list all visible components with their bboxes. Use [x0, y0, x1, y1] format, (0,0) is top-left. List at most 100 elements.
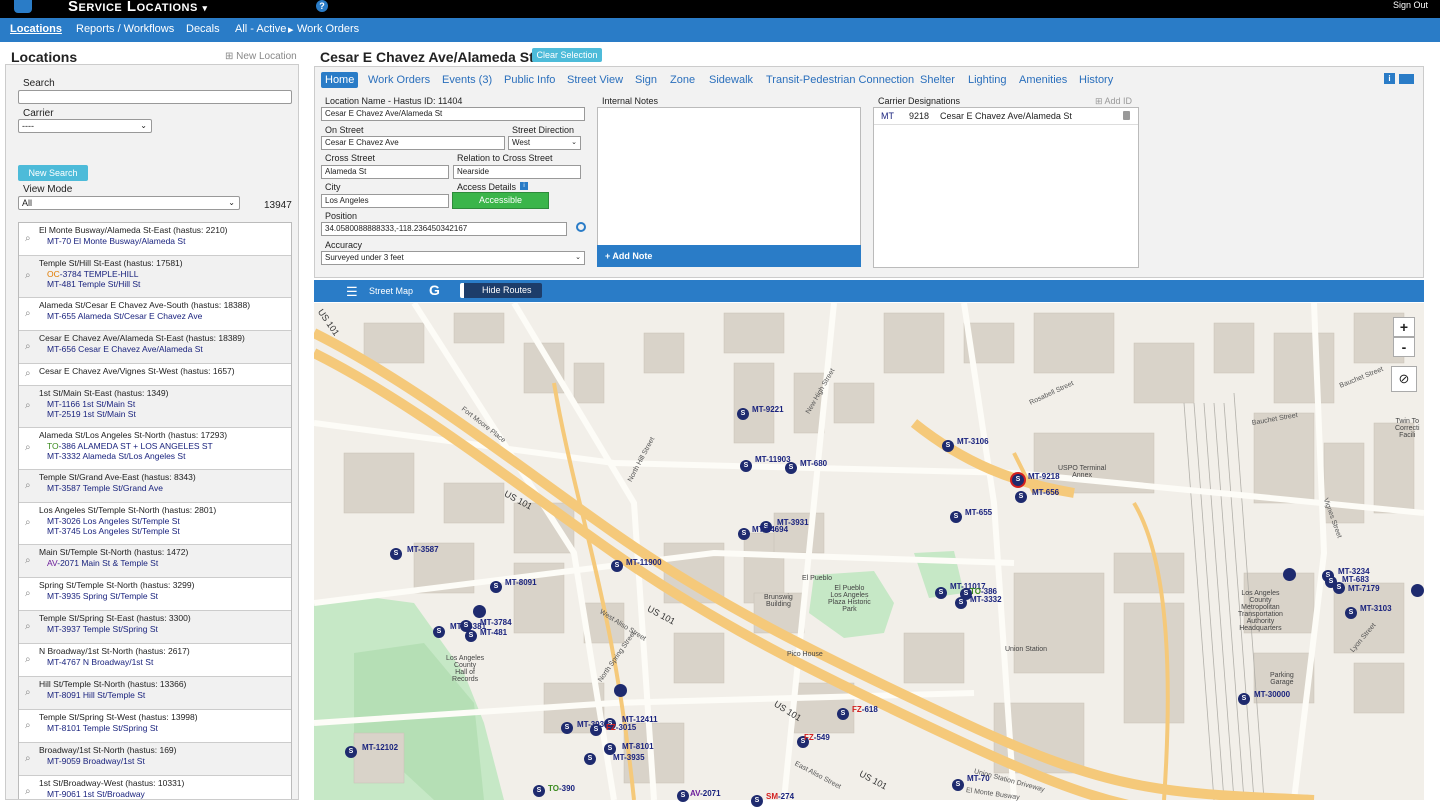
access-info-icon[interactable]: i — [520, 182, 528, 190]
stop-label[interactable]: MT-8091 — [505, 578, 537, 587]
view-mode-select[interactable]: All ⌄ — [18, 196, 240, 210]
tab-lighting[interactable]: Lighting — [964, 72, 1011, 88]
stop-marker[interactable] — [473, 605, 486, 618]
nav-work-orders[interactable]: Work Orders — [297, 23, 359, 35]
nav-reports-workflows[interactable]: Reports / Workflows — [76, 23, 174, 35]
stop-marker[interactable] — [614, 684, 627, 697]
map-view[interactable]: + - ⊘ — [314, 303, 1424, 800]
stop-marker[interactable]: S — [590, 724, 602, 736]
tab-public-info[interactable]: Public Info — [500, 72, 559, 88]
stop-marker[interactable]: S — [737, 408, 749, 420]
stop-marker[interactable] — [1283, 568, 1296, 581]
stop-label[interactable]: MT-30000 — [1254, 690, 1290, 699]
stop-label[interactable]: MT-481 — [480, 628, 507, 637]
stop-label[interactable]: MT-7179 — [1348, 584, 1380, 593]
tab-shelter[interactable]: Shelter — [916, 72, 959, 88]
accuracy-select[interactable]: Surveyed under 3 feet ⌄ — [321, 251, 585, 265]
tab-sign[interactable]: Sign — [631, 72, 661, 88]
stop-label[interactable]: MT-3935 — [613, 753, 645, 762]
accessible-toggle[interactable]: Accessible — [452, 192, 549, 209]
stop-marker[interactable]: S — [955, 597, 967, 609]
stop-marker[interactable]: S — [1333, 582, 1345, 594]
stop-marker[interactable] — [1411, 584, 1424, 597]
stop-label[interactable]: MT-3784 — [480, 618, 512, 627]
relation-input[interactable]: Nearside — [453, 165, 581, 179]
stop-marker[interactable]: S — [611, 560, 623, 572]
stop-marker[interactable]: S — [942, 440, 954, 452]
new-search-button[interactable]: New Search — [18, 165, 88, 181]
stop-label[interactable]: MT-683 — [1342, 575, 1369, 584]
stop-marker[interactable]: S — [390, 548, 402, 560]
internal-notes-area[interactable] — [597, 107, 861, 267]
location-list-item[interactable]: ⌕ Cesar E Chavez Ave/Alameda St-East (has… — [19, 331, 291, 364]
stop-label[interactable]: FZ-618 — [852, 705, 878, 714]
location-list-item[interactable]: ⌕ Broadway/1st St-North (hastus: 169) MT-9… — [19, 743, 291, 776]
location-list-item[interactable]: ⌕ Temple St/Spring St-East (hastus: 3300)… — [19, 611, 291, 644]
trash-icon[interactable] — [1123, 111, 1130, 120]
stop-marker[interactable]: S — [1015, 491, 1027, 503]
stop-marker[interactable]: S — [738, 528, 750, 540]
location-list-item[interactable]: ⌕ Temple St/Grand Ave-East (hastus: 8343)… — [19, 470, 291, 503]
tab-street-view[interactable]: Street View — [563, 72, 627, 88]
stop-label[interactable]: MT-3103 — [1360, 604, 1392, 613]
stop-marker[interactable]: S — [837, 708, 849, 720]
google-icon[interactable]: G — [429, 282, 440, 298]
stop-label[interactable]: MT-12102 — [362, 743, 398, 752]
stop-marker[interactable]: S — [950, 511, 962, 523]
cross-street-input[interactable]: Alameda St — [321, 165, 449, 179]
stop-label[interactable]: MT-3332 — [970, 595, 1002, 604]
info-icon[interactable]: i — [1384, 73, 1395, 84]
location-list-item[interactable]: ⌕ Hill St/Temple St-North (hastus: 13366)… — [19, 677, 291, 710]
stop-label[interactable]: MT-11900 — [626, 558, 662, 567]
list-icon[interactable]: ☰ — [346, 284, 358, 300]
tab-work-orders[interactable]: Work Orders — [364, 72, 434, 88]
stop-label[interactable]: AV-2071 — [690, 789, 721, 798]
mail-icon[interactable] — [1399, 74, 1414, 84]
stop-marker[interactable]: S — [465, 630, 477, 642]
sign-out-link[interactable]: Sign Out — [1393, 0, 1428, 10]
tab-history[interactable]: History — [1075, 72, 1117, 88]
street-direction-select[interactable]: West ⌄ — [508, 136, 581, 150]
hide-routes-toggle[interactable]: Hide Routes — [460, 283, 542, 298]
stop-label[interactable]: MT-3587 — [407, 545, 439, 554]
layers-icon[interactable]: ⊘ — [1391, 366, 1417, 392]
add-note-button[interactable]: + Add Note — [597, 245, 861, 267]
nav-all-active[interactable]: All - Active — [235, 23, 286, 35]
help-icon[interactable]: ? — [316, 0, 328, 12]
street-map-button[interactable]: Street Map — [369, 286, 413, 296]
tab-home[interactable]: Home — [321, 72, 359, 88]
app-title[interactable]: Service Locations ▾ — [68, 0, 208, 15]
location-list-item[interactable]: ⌕ Main St/Temple St-North (hastus: 1472) A… — [19, 545, 291, 578]
location-list-item[interactable]: ⌕ Los Angeles St/Temple St-North (hastus:… — [19, 503, 291, 545]
on-street-input[interactable]: Cesar E Chavez Ave — [321, 136, 505, 150]
stop-marker[interactable]: S — [1238, 693, 1250, 705]
add-id-button[interactable]: ⊞ Add ID — [1095, 96, 1132, 107]
stop-label[interactable]: MT-656 — [1032, 488, 1059, 497]
tab-zone[interactable]: Zone — [666, 72, 699, 88]
stop-label[interactable]: MT-9218 — [1028, 472, 1060, 481]
tab-events-3[interactable]: Events (3) — [438, 72, 496, 88]
stop-marker[interactable]: S — [677, 790, 689, 802]
nav-decals[interactable]: Decals — [186, 23, 220, 35]
tab-sidewalk[interactable]: Sidewalk — [705, 72, 757, 88]
stop-label[interactable]: MT-3106 — [957, 437, 989, 446]
nav-locations[interactable]: Locations — [10, 23, 62, 35]
location-list-item[interactable]: ⌕ Spring St/Temple St-North (hastus: 3299… — [19, 578, 291, 611]
location-list-item[interactable]: ⌕ El Monte Busway/Alameda St-East (hastus… — [19, 223, 291, 256]
location-list-item[interactable]: ⌕ Alameda St/Los Angeles St-North (hastus… — [19, 428, 291, 470]
city-input[interactable]: Los Angeles — [321, 194, 449, 208]
stop-marker[interactable]: S — [490, 581, 502, 593]
stop-marker[interactable]: S — [1010, 472, 1026, 488]
tab-transit-pedestrian-connection[interactable]: Transit-Pedestrian Connection — [762, 72, 918, 88]
stop-label[interactable]: MT-655 — [965, 508, 992, 517]
clear-selection-button[interactable]: Clear Selection — [532, 48, 602, 62]
stop-marker[interactable]: S — [345, 746, 357, 758]
stop-marker[interactable]: S — [533, 785, 545, 797]
carrier-row[interactable]: MT 9218 Cesar E Chavez Ave/Alameda St — [874, 108, 1138, 125]
stop-marker[interactable]: S — [1345, 607, 1357, 619]
location-list-item[interactable]: ⌕ 1st St/Broadway-West (hastus: 10331) MT-… — [19, 776, 291, 799]
location-list-item[interactable]: ⌕ Temple St/Hill St-East (hastus: 17581) O… — [19, 256, 291, 298]
stop-label[interactable]: MT-9221 — [752, 405, 784, 414]
carrier-select[interactable]: ---- ⌄ — [18, 119, 152, 133]
stop-label[interactable]: MT-14694 — [752, 525, 788, 534]
